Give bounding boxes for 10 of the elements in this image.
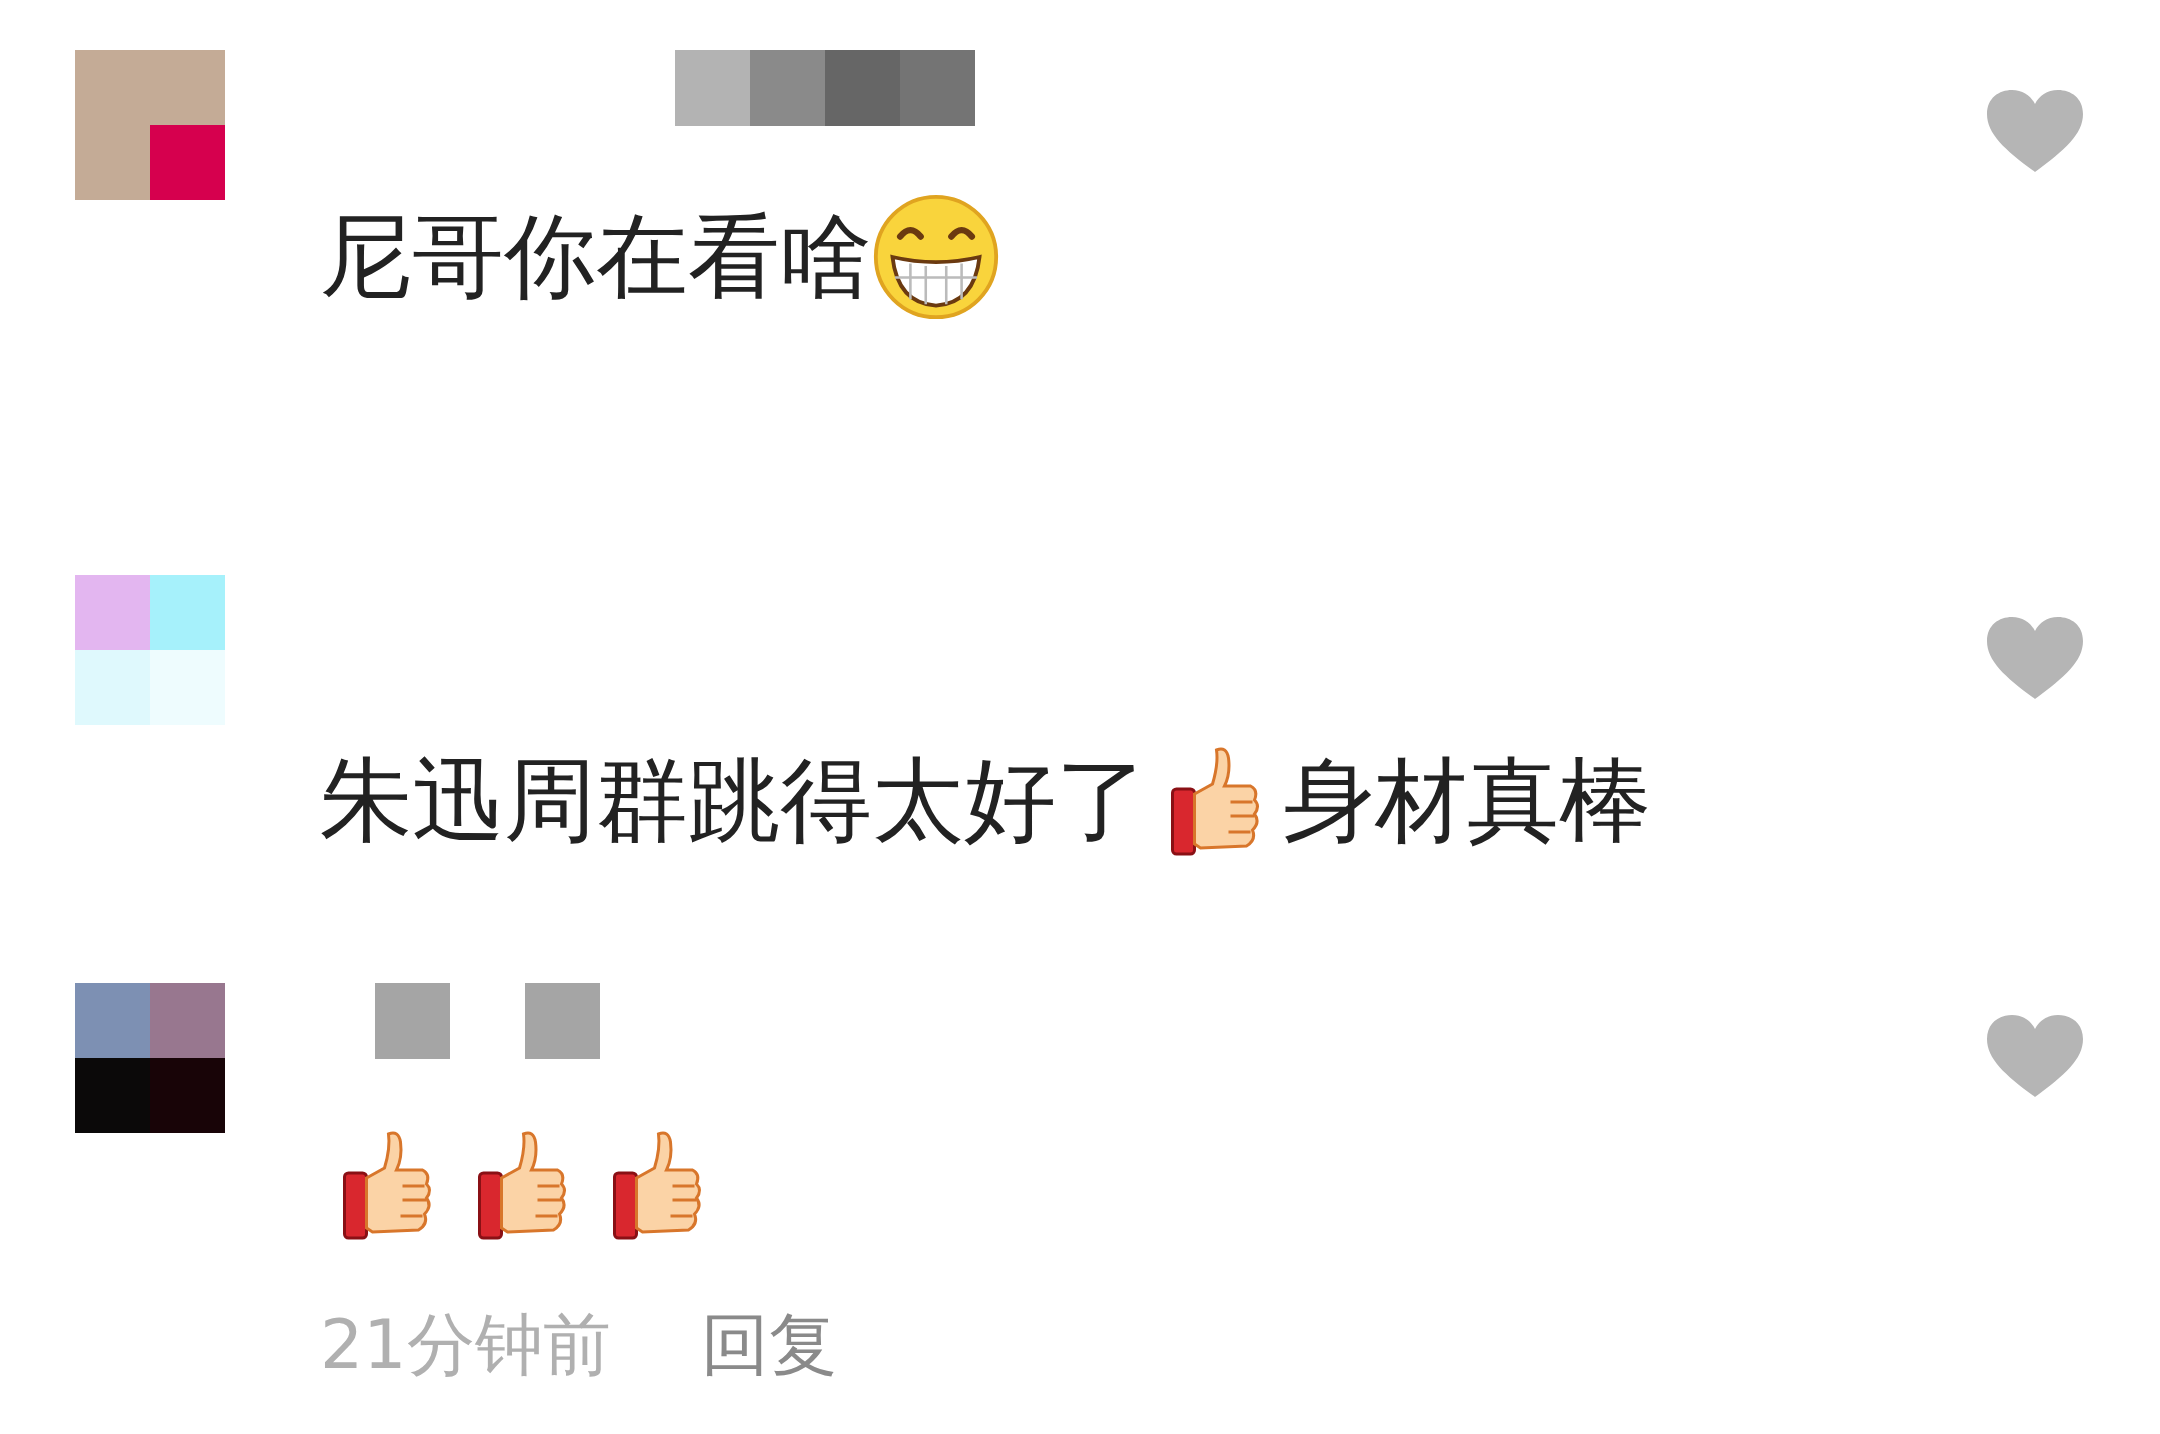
comment-text: 身材真棒 [1283,745,1651,856]
reply-link[interactable]: 回复 [700,1300,837,1391]
timestamp: 21分钟前 [320,1304,611,1386]
heart-icon[interactable] [1985,615,2085,701]
grinning-face-icon [872,193,1000,321]
heart-icon[interactable] [1985,1013,2085,1099]
heart-icon[interactable] [1985,88,2085,174]
comment-text: 朱迅周群跳得太好了 [320,745,1148,856]
comment-text: 尼哥你在看啥 [320,201,872,312]
avatar[interactable] [75,983,225,1133]
